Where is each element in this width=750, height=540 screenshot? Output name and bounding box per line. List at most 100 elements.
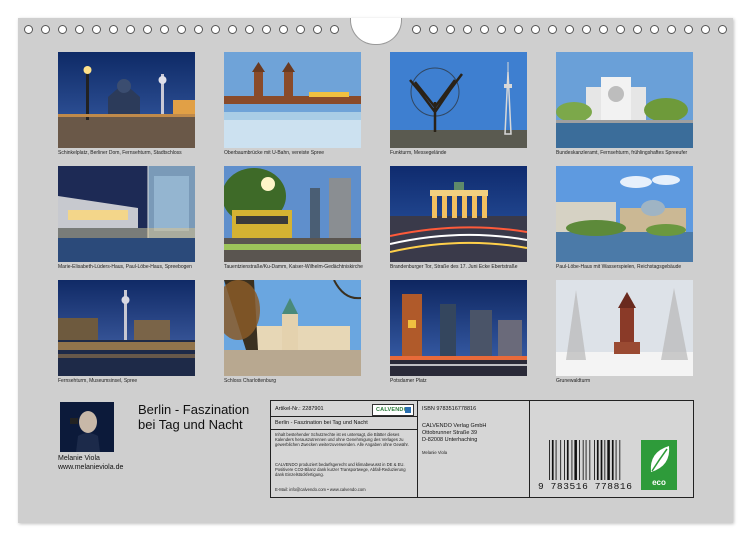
photo-brandenburger-tor — [390, 166, 527, 262]
barcode-bar — [594, 440, 595, 480]
binding-hole — [582, 25, 591, 34]
eco-production-text: CALVENDO produziert bedarfsgerecht und k… — [275, 462, 406, 478]
binding-hole — [463, 25, 472, 34]
barcode-bar — [607, 440, 610, 480]
barcode-bar — [571, 440, 573, 480]
publisher-line-2: Ottobrunner Straße 39 — [422, 430, 478, 436]
publisher-line-3: D-82008 Unterhaching — [422, 437, 478, 443]
binding-hole — [262, 25, 271, 34]
binding-hole — [58, 25, 67, 34]
binding-hole — [313, 25, 322, 34]
barcode-bar — [555, 440, 557, 480]
legal-text: Inhalt bestehender Schutzrechte ist es u… — [275, 432, 409, 448]
binding-hole — [446, 25, 455, 34]
calendar-title: Berlin - Faszination bei Tag und Nacht — [138, 402, 250, 432]
photo-grunewaldturm — [556, 280, 693, 376]
photo-tauentzienstrasse — [224, 166, 361, 262]
binding-hole — [701, 25, 710, 34]
product-title: Berlin - Faszination bei Tag und Nacht — [275, 420, 368, 426]
binding-hole — [109, 25, 118, 34]
photo-schinkelplatz — [58, 52, 195, 148]
binding-hole — [497, 25, 506, 34]
photo-funkturm — [390, 52, 527, 148]
barcode-bar — [566, 440, 569, 480]
photo-schloss-charlottenburg — [224, 280, 361, 376]
binding-hole — [548, 25, 557, 34]
binding-hole — [684, 25, 693, 34]
leaf-icon — [650, 446, 670, 472]
caption-4: Bundeskanzleramt, Fernsehturm, frühlings… — [556, 150, 688, 156]
photo-oberbaumbruecke — [224, 52, 361, 148]
binding-hole — [194, 25, 203, 34]
barcode-bar — [604, 440, 606, 480]
binding-hole — [24, 25, 33, 34]
binding-hole — [565, 25, 574, 34]
barcode-bar — [619, 440, 621, 480]
binding-hole — [667, 25, 676, 34]
author-website: www.melanieviola.de — [58, 464, 124, 471]
eco-badge: eco — [641, 440, 677, 490]
publisher-line-1: CALVENDO Verlag GmbH — [422, 423, 487, 429]
photo-fernsehturm-museumsinsel — [58, 280, 195, 376]
barcode-bar — [574, 440, 577, 480]
photo-bundeskanzleramt — [556, 52, 693, 148]
binding-hole — [412, 25, 421, 34]
binding-hole — [75, 25, 84, 34]
caption-5: Marie-Elisabeth-Lüders-Haus, Paul-Löbe-H… — [58, 264, 192, 270]
binding-hole — [92, 25, 101, 34]
binding-hole — [143, 25, 152, 34]
author-name: Melanie Viola — [58, 455, 100, 462]
caption-1: Schinkelplatz, Berliner Dom, Fernsehturm… — [58, 150, 182, 156]
binding-hole — [41, 25, 50, 34]
binding-hole — [531, 25, 540, 34]
barcode-bar — [579, 440, 580, 480]
binding-hole — [429, 25, 438, 34]
photo-potsdamer-platz — [390, 280, 527, 376]
barcode-bar — [560, 440, 562, 480]
article-number: Artikel-Nr.: 2287901 — [275, 406, 324, 412]
isbn: ISBN 9783516778816 — [422, 406, 477, 412]
binding-hole — [228, 25, 237, 34]
binding-hole — [599, 25, 608, 34]
barcode-bar — [600, 440, 603, 480]
binding-hole — [650, 25, 659, 34]
binding-hole — [480, 25, 489, 34]
binding-hole — [616, 25, 625, 34]
caption-10: Schloss Charlottenburg — [224, 378, 276, 384]
caption-2: Oberbaumbrücke mit U-Bahn, vereiste Spre… — [224, 150, 325, 156]
caption-8: Paul-Löbe-Haus mit Wasserspielen, Reichs… — [556, 264, 682, 270]
caption-6: Tauentzienstraße/Ku-Damm, Kaiser-Wilhelm… — [224, 264, 363, 270]
binding-hole — [296, 25, 305, 34]
barcode-bar — [582, 440, 584, 480]
caption-11: Potsdamer Platz — [390, 378, 427, 384]
barcode-bar — [585, 440, 587, 480]
barcode-bar — [564, 440, 565, 480]
barcode-bar — [615, 440, 617, 480]
binding-hole — [160, 25, 169, 34]
contact-line: E-Mail: info@calvendo.com • www.calvendo… — [275, 487, 366, 492]
caption-7: Brandenburger Tor, Straße des 17. Juni E… — [390, 264, 518, 270]
author-portrait — [60, 402, 114, 452]
calvendo-logo: CALVENDO — [372, 404, 414, 416]
binding-hole — [633, 25, 642, 34]
author-small: Melanie Viola — [422, 450, 448, 455]
binding-hole — [211, 25, 220, 34]
binding-hole — [245, 25, 254, 34]
barcode-bar — [551, 440, 554, 480]
barcode-bar — [549, 440, 550, 480]
photo-paul-loebe-haus — [556, 166, 693, 262]
barcode-bar — [589, 440, 591, 480]
photo-marie-elisabeth-lueders-haus — [58, 166, 195, 262]
binding-hole — [126, 25, 135, 34]
binding-hole — [279, 25, 288, 34]
spiral-binding — [18, 18, 733, 45]
barcode — [549, 440, 621, 480]
binding-hole — [330, 25, 339, 34]
caption-9: Fernsehturm, Museumsinsel, Spree — [58, 378, 138, 384]
barcode-number: 9 783516 778816 — [538, 481, 633, 492]
caption-12: Grunewaldturm — [556, 378, 591, 384]
binding-hole — [514, 25, 523, 34]
barcode-bar — [611, 440, 614, 480]
barcode-bar — [596, 440, 599, 480]
binding-hole — [177, 25, 186, 34]
